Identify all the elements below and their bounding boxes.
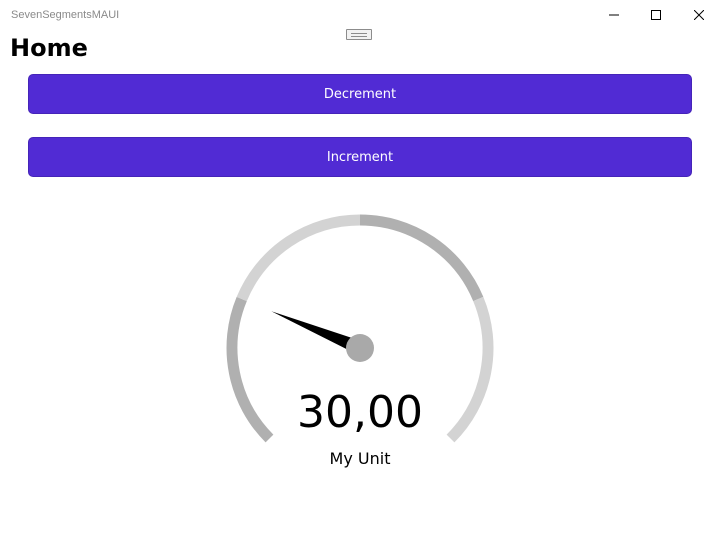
- gauge: 30,00 My Unit: [226, 214, 494, 468]
- gauge-segment: [446, 296, 494, 443]
- gauge-unit-label: My Unit: [330, 449, 391, 468]
- drag-handle-icon[interactable]: [346, 29, 372, 40]
- minimize-button[interactable]: [593, 0, 635, 30]
- increment-button[interactable]: Increment: [28, 137, 692, 177]
- app-title: SevenSegmentsMAUI: [11, 9, 120, 21]
- close-icon: [694, 10, 704, 20]
- gauge-segment: [359, 214, 484, 302]
- gauge-segment: [236, 214, 361, 302]
- gauge-value: 30,00: [297, 387, 423, 438]
- gauge-hub: [346, 334, 374, 362]
- minimize-icon: [609, 14, 619, 16]
- decrement-button[interactable]: Decrement: [28, 74, 692, 114]
- title-bar[interactable]: SevenSegmentsMAUI: [0, 0, 720, 30]
- maximize-button[interactable]: [635, 0, 677, 30]
- maximize-icon: [651, 10, 661, 20]
- close-button[interactable]: [678, 0, 720, 30]
- app-window: SevenSegmentsMAUI Home Decrement Increme…: [0, 0, 720, 540]
- page-title: Home: [10, 34, 88, 62]
- gauge-segment: [226, 296, 274, 443]
